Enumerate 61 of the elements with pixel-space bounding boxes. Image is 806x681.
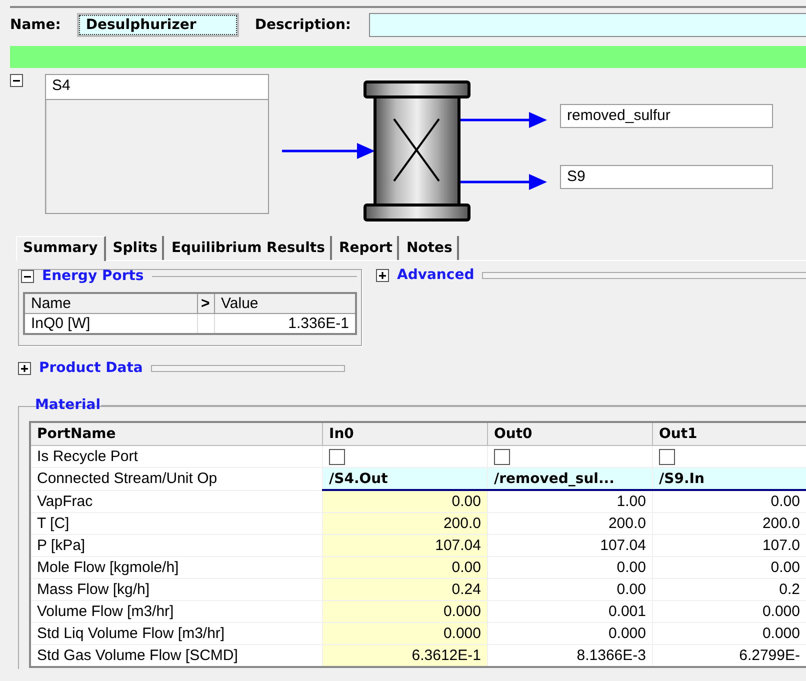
- row-label: Mole Flow [kgmole/h]: [30, 556, 322, 578]
- row-label: Is Recycle Port: [30, 446, 322, 468]
- connected-stream-cell[interactable]: /S4.Out: [322, 468, 488, 490]
- name-field[interactable]: Desulphurizer: [78, 15, 237, 35]
- table-cell: 1.336E-1: [214, 314, 356, 334]
- checkbox[interactable]: [329, 449, 345, 466]
- table-cell[interactable]: 0.000: [322, 622, 488, 644]
- column-header: Out1: [652, 422, 806, 446]
- table-cell[interactable]: 0.00: [322, 556, 488, 578]
- column-header: Name: [24, 293, 198, 314]
- table-cell[interactable]: 0.000: [322, 600, 488, 622]
- row-label: Mass Flow [kg/h]: [30, 578, 322, 600]
- expand-column-button[interactable]: >: [198, 293, 214, 314]
- group-title: Energy Ports: [42, 268, 144, 284]
- group-title: Advanced: [397, 267, 474, 283]
- row-label: T [C]: [30, 512, 322, 534]
- feed-item[interactable]: S4: [46, 75, 268, 100]
- column-header: Value: [214, 293, 356, 314]
- feed-list[interactable]: S4: [45, 74, 269, 214]
- table-cell[interactable]: 0.00: [322, 490, 488, 512]
- checkbox[interactable]: [659, 449, 675, 466]
- product-stream-field[interactable]: S9: [560, 165, 773, 189]
- table-cell: 1.00: [488, 490, 652, 512]
- collapse-icon[interactable]: [10, 74, 23, 87]
- name-label: Name:: [10, 17, 61, 33]
- description-field[interactable]: [369, 13, 806, 37]
- tab[interactable]: Splits: [108, 236, 164, 260]
- row-label: Std Liq Volume Flow [m3/hr]: [30, 622, 322, 644]
- table-cell: 107.04: [488, 534, 652, 556]
- tab[interactable]: Summary: [16, 236, 106, 261]
- collapse-icon[interactable]: [21, 270, 34, 282]
- table-cell: 0.001: [488, 600, 652, 622]
- row-label: Volume Flow [m3/hr]: [30, 600, 322, 622]
- product-stream-field[interactable]: removed_sulfur: [560, 104, 773, 128]
- tab[interactable]: Notes: [401, 236, 460, 260]
- column-header: Out0: [488, 422, 652, 446]
- tab[interactable]: Equilibrium Results: [166, 236, 332, 260]
- table-cell: 0.00: [488, 578, 652, 600]
- group-title: Material: [35, 397, 101, 413]
- row-label: P [kPa]: [30, 534, 322, 556]
- row-label: Connected Stream/Unit Op: [30, 468, 322, 490]
- description-label: Description:: [254, 17, 352, 33]
- expand-icon[interactable]: [18, 362, 31, 374]
- connected-stream-cell[interactable]: /S9.In: [652, 468, 806, 490]
- table-cell: 200.0: [488, 512, 652, 534]
- separator-vessel-icon[interactable]: [364, 80, 470, 222]
- tab[interactable]: Report: [334, 236, 400, 260]
- table-cell: InQ0 [W]: [24, 314, 198, 334]
- column-header: In0: [322, 422, 488, 446]
- table-cell: 0.00: [488, 556, 652, 578]
- table-cell[interactable]: 200.0: [322, 512, 488, 534]
- group-title: Product Data: [39, 360, 143, 376]
- checkbox[interactable]: [494, 449, 510, 466]
- table-cell[interactable]: 107.04: [322, 534, 488, 556]
- table-cell: 0.000: [488, 622, 652, 644]
- connected-stream-cell[interactable]: /removed_sul...: [488, 468, 652, 490]
- row-label: VapFrac: [30, 490, 322, 512]
- expand-icon[interactable]: [376, 268, 389, 282]
- table-cell[interactable]: 0.24: [322, 578, 488, 600]
- table-cell[interactable]: 6.3612E-1: [322, 644, 488, 667]
- column-header: PortName: [30, 422, 322, 446]
